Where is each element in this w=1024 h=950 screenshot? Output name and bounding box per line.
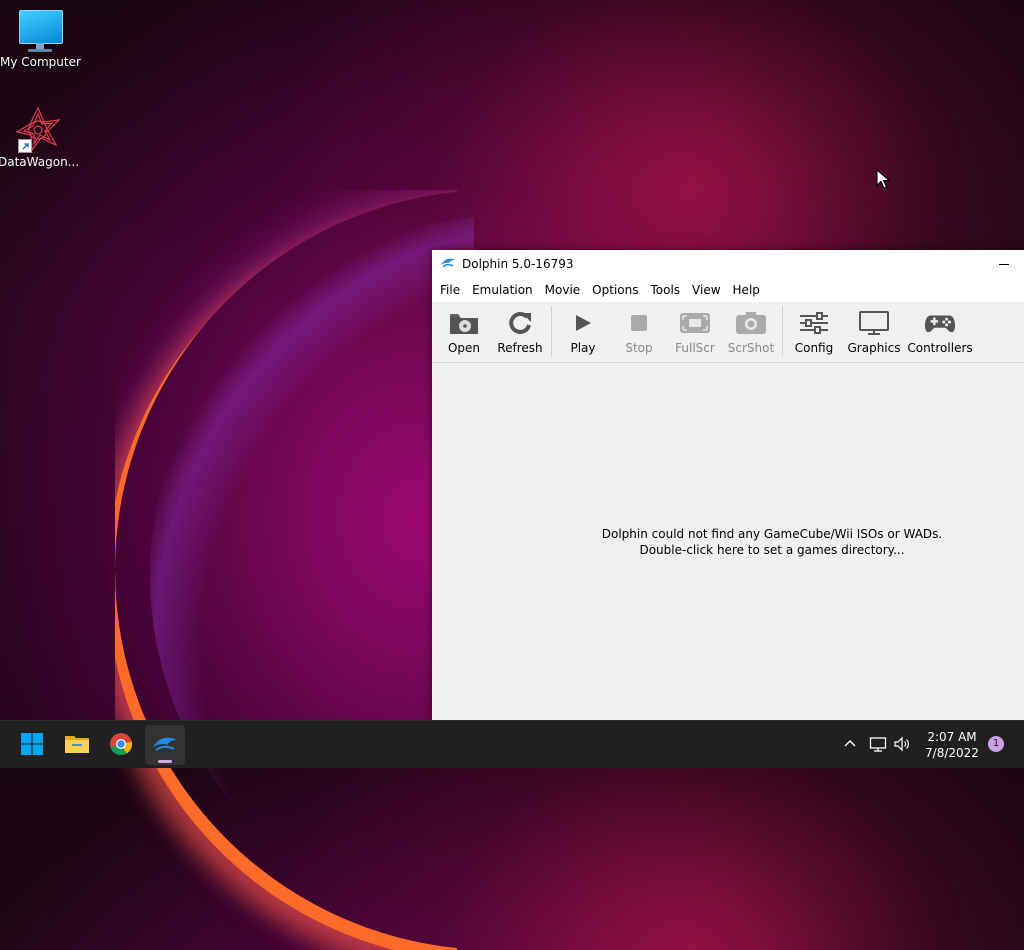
desktop-icon-datawagon[interactable]: DataWagon... [0, 106, 80, 169]
start-button[interactable] [12, 725, 52, 765]
controllers-label: Controllers [907, 341, 973, 355]
sliders-icon [798, 310, 830, 336]
folder-icon [64, 733, 90, 758]
graphics-label: Graphics [847, 341, 901, 355]
menu-bar: File Emulation Movie Options Tools View … [432, 278, 1024, 302]
volume-button[interactable] [893, 721, 911, 769]
network-icon [869, 736, 887, 755]
disc-folder-icon [448, 310, 480, 336]
toolbar-separator [782, 306, 783, 356]
fullscreen-icon [679, 310, 711, 336]
camera-icon [735, 310, 767, 336]
open-button[interactable]: Open [436, 302, 492, 360]
speaker-icon [893, 736, 911, 755]
desktop-icon-my-computer[interactable]: My Computer [0, 10, 81, 69]
minimize-button[interactable] [994, 254, 1014, 274]
active-indicator [158, 760, 172, 763]
play-button[interactable]: Play [555, 302, 611, 360]
toolbar-separator [551, 306, 552, 356]
graphics-button[interactable]: Graphics [842, 302, 906, 360]
dolphin-icon [152, 734, 178, 757]
stop-icon [623, 310, 655, 336]
datawagon-logo-icon [14, 106, 62, 153]
title-bar[interactable]: Dolphin 5.0-16793 [432, 250, 1024, 278]
clock[interactable]: 2:07 AM 7/8/2022 [920, 729, 984, 761]
play-icon [567, 310, 599, 336]
monitor-icon [18, 10, 63, 52]
play-label: Play [570, 341, 596, 355]
network-button[interactable] [869, 721, 887, 769]
menu-view[interactable]: View [686, 278, 726, 302]
dolphin-window: Dolphin 5.0-16793 File Emulation Movie O… [432, 250, 1024, 720]
notification-badge[interactable]: 1 [988, 736, 1004, 752]
clock-time: 2:07 AM [927, 730, 977, 744]
refresh-label: Refresh [497, 341, 543, 355]
shortcut-arrow-icon [18, 139, 32, 153]
menu-options[interactable]: Options [586, 278, 644, 302]
empty-game-list-message[interactable]: Dolphin could not find any GameCube/Wii … [602, 526, 942, 558]
tray-overflow-button[interactable] [842, 721, 858, 769]
menu-help[interactable]: Help [727, 278, 766, 302]
toolbar: Open Refresh Play Stop FullScr ScrShot C… [432, 302, 1024, 363]
screenshot-label: ScrShot [727, 341, 775, 355]
empty-message-line2: Double-click here to set a games directo… [639, 542, 905, 557]
refresh-icon [504, 310, 536, 336]
dolphin-icon [440, 256, 456, 273]
display-icon [858, 310, 890, 336]
desktop-icon-label: DataWagon... [0, 155, 80, 169]
minimize-icon [999, 263, 1009, 265]
mouse-cursor-icon [876, 168, 891, 192]
open-label: Open [447, 341, 481, 355]
screenshot-button[interactable]: ScrShot [723, 302, 779, 360]
menu-file[interactable]: File [434, 278, 466, 302]
window-title: Dolphin 5.0-16793 [462, 257, 574, 271]
windows-logo-icon [20, 732, 44, 759]
fullscreen-button[interactable]: FullScr [667, 302, 723, 360]
clock-date: 7/8/2022 [925, 746, 979, 760]
config-button[interactable]: Config [786, 302, 842, 360]
refresh-button[interactable]: Refresh [492, 302, 548, 360]
game-list-area[interactable]: Dolphin could not find any GameCube/Wii … [432, 363, 1024, 720]
config-label: Config [794, 341, 834, 355]
chevron-up-icon [842, 736, 858, 755]
stop-button[interactable]: Stop [611, 302, 667, 360]
empty-message-line1: Dolphin could not find any GameCube/Wii … [601, 526, 943, 541]
stop-label: Stop [625, 341, 653, 355]
fullscreen-label: FullScr [675, 341, 715, 355]
taskbar: 2:07 AM 7/8/2022 [0, 720, 1024, 768]
desktop-icon-label: My Computer [0, 55, 81, 69]
controllers-button[interactable]: Controllers [906, 302, 974, 360]
menu-movie[interactable]: Movie [539, 278, 587, 302]
menu-emulation[interactable]: Emulation [466, 278, 539, 302]
gamepad-icon [924, 310, 956, 336]
chrome-button[interactable] [101, 725, 141, 765]
dolphin-taskbar-button[interactable] [145, 725, 185, 765]
file-explorer-button[interactable] [57, 725, 97, 765]
chrome-icon [109, 732, 133, 759]
menu-tools[interactable]: Tools [644, 278, 686, 302]
